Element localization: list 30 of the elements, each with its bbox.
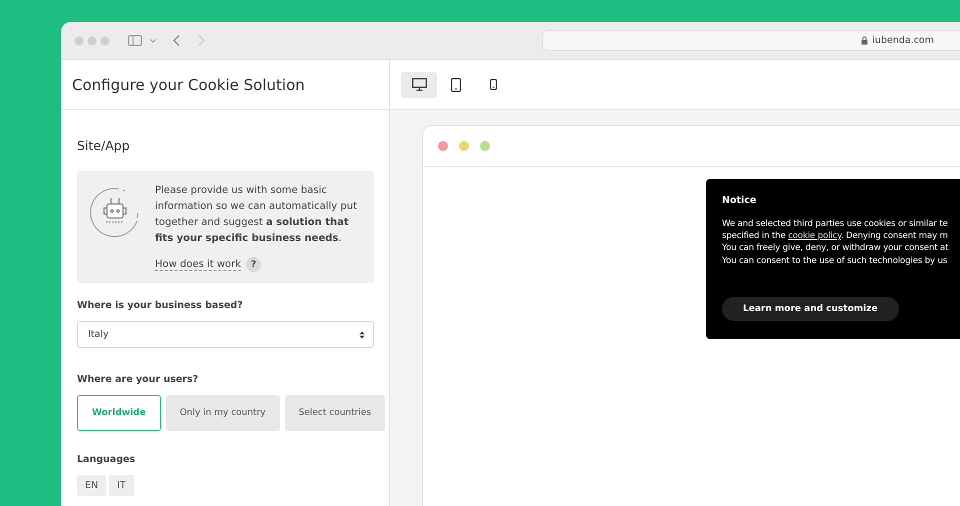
field-label: Where is your business based? [77, 300, 244, 311]
back-icon[interactable] [173, 35, 180, 46]
chevron-down-icon[interactable] [150, 38, 156, 42]
address-bar[interactable]: iubenda.com [542, 30, 960, 51]
language-tag[interactable]: EN [77, 475, 106, 496]
window-controls-icon [438, 141, 490, 151]
option-button[interactable]: Only in my country [166, 395, 280, 431]
field-label: Languages [77, 454, 136, 465]
monitor-icon [412, 78, 426, 91]
lock-icon [861, 36, 868, 45]
learn-more-button[interactable]: Learn more and customize [722, 296, 899, 321]
section-title: Site/App [77, 138, 131, 153]
notice-title: Notice [722, 195, 758, 206]
option-button[interactable]: Select countries [284, 395, 386, 431]
tablet-icon [451, 78, 461, 92]
phone-icon [490, 79, 496, 90]
cookie-policy-link[interactable]: cookie policy [788, 231, 841, 242]
info-text: Please provide us with some basic information so we can automatically put together and suggest a solution that fits your specific business needs. [155, 184, 358, 246]
language-tag[interactable]: IT [109, 475, 134, 496]
panel-title: Configure your Cookie Solution [72, 76, 305, 94]
how-it-works-link[interactable]: How does it work [155, 258, 242, 270]
robot-drawing [89, 187, 141, 239]
sidebar-icon[interactable] [128, 35, 142, 46]
country-select[interactable]: Italy [77, 321, 374, 348]
field-label: Where are your users? [77, 374, 200, 385]
notice-text: We and selected third parties use cookies or similar te specified in the cookie policy. Denying consent may m You can freely give, deny, or withdraw your consent at You can consent to the use of such technologies by us [722, 218, 950, 267]
window-controls-icon [74, 36, 110, 46]
device-button[interactable] [401, 72, 437, 98]
sort-arrows-icon [359, 330, 365, 338]
help-badge[interactable]: ? [246, 257, 262, 272]
